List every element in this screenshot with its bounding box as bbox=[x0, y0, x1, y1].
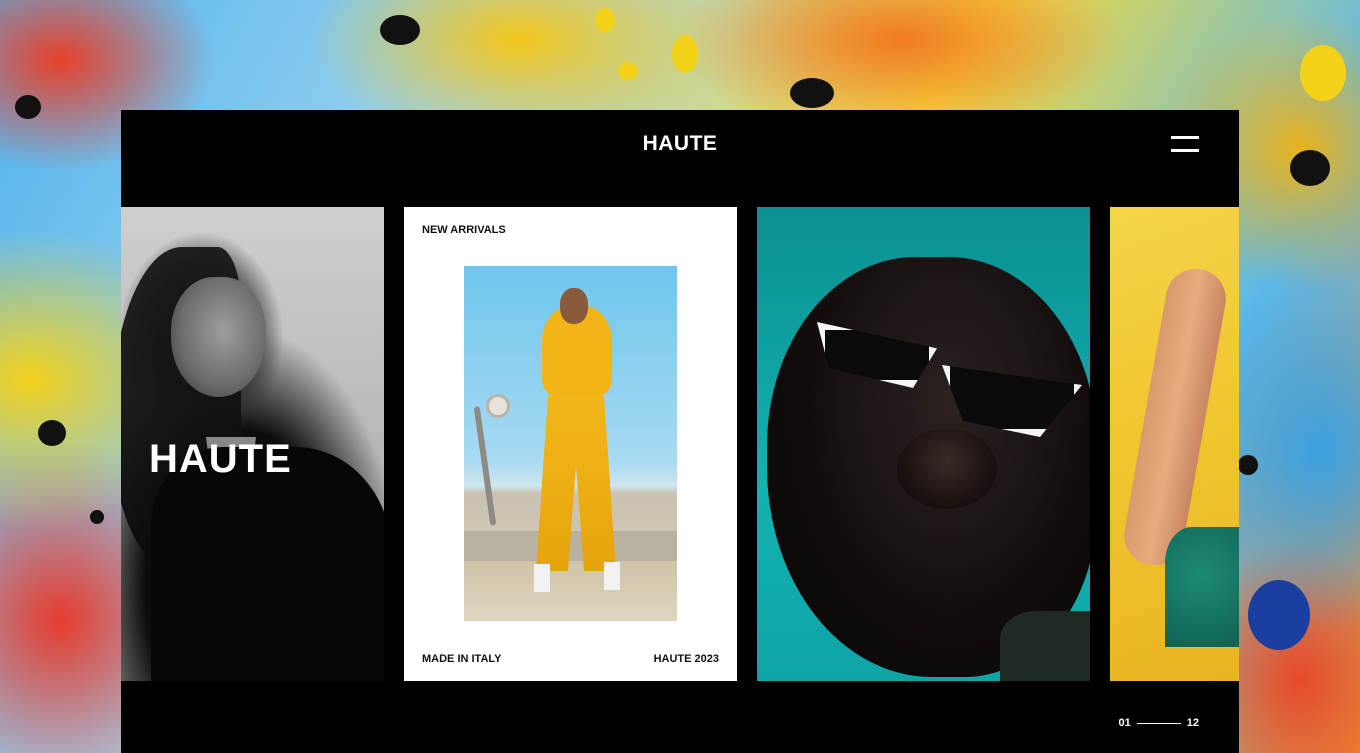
photo-model-shoe bbox=[534, 564, 550, 592]
model-photo-body bbox=[151, 447, 384, 681]
menu-button[interactable] bbox=[1171, 136, 1199, 154]
site-title[interactable]: HAUTE bbox=[121, 132, 1239, 156]
card-label-made-in: MADE IN ITALY bbox=[422, 653, 502, 665]
photo-ground bbox=[464, 561, 677, 621]
paint-splatter bbox=[1238, 455, 1258, 475]
paint-splatter bbox=[595, 8, 615, 32]
slide-hero[interactable]: HAUTE bbox=[121, 207, 384, 681]
card-label-new-arrivals: NEW ARRIVALS bbox=[422, 224, 506, 236]
photo-hoop-board bbox=[486, 394, 510, 418]
paint-splatter bbox=[380, 15, 420, 45]
photo-hoop-pole bbox=[473, 406, 497, 526]
model-photo-lips bbox=[897, 429, 997, 509]
slide-sunglasses-photo[interactable] bbox=[757, 207, 1090, 681]
card-label-year: HAUTE 2023 bbox=[653, 653, 719, 665]
paint-splatter bbox=[1300, 45, 1346, 101]
model-photo-arm bbox=[1119, 264, 1231, 570]
model-photo-shoulder bbox=[1000, 611, 1090, 681]
slide-partial-photo[interactable] bbox=[1110, 207, 1239, 681]
paint-splatter bbox=[1290, 150, 1330, 186]
card-photo bbox=[464, 266, 677, 621]
pager-progress-line bbox=[1136, 722, 1181, 724]
model-photo-face bbox=[171, 277, 266, 397]
paint-splatter bbox=[90, 510, 104, 524]
pager-total: 12 bbox=[1186, 717, 1199, 729]
pager-current: 01 bbox=[1118, 717, 1131, 729]
paint-splatter bbox=[15, 95, 41, 119]
paint-splatter bbox=[672, 35, 698, 73]
hamburger-icon bbox=[1171, 136, 1199, 139]
slide-pager: 01 12 bbox=[1119, 717, 1200, 729]
photo-model-shoe bbox=[604, 562, 620, 590]
paint-splatter bbox=[38, 420, 66, 446]
photo-model-head bbox=[560, 288, 588, 324]
paint-splatter bbox=[618, 62, 638, 80]
hamburger-icon-line bbox=[1171, 149, 1199, 152]
slide-new-arrivals-card[interactable]: NEW ARRIVALS MADE IN ITALY HAUTE 2023 bbox=[404, 207, 737, 681]
hero-title: HAUTE bbox=[149, 437, 292, 481]
paint-splatter bbox=[1248, 580, 1310, 650]
main-panel: HAUTE HAUTE NEW ARRIVALS MADE IN ITALY H… bbox=[121, 110, 1239, 753]
paint-splatter bbox=[790, 78, 834, 108]
model-photo-top bbox=[1165, 527, 1239, 647]
